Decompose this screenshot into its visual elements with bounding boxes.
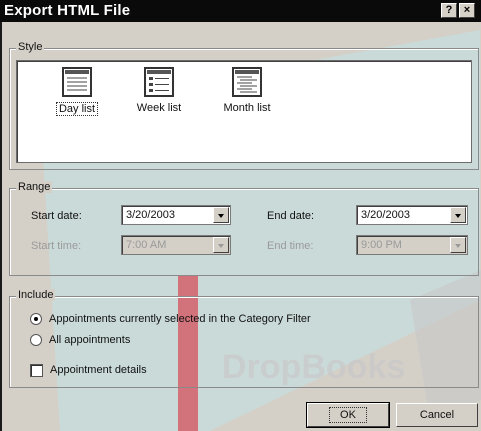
help-icon: ? bbox=[445, 4, 453, 16]
style-option-week-list[interactable]: Week list bbox=[127, 67, 191, 114]
style-option-label: Month list bbox=[223, 102, 271, 114]
radio-all-appointments-label[interactable]: All appointments bbox=[49, 334, 130, 346]
ok-button[interactable]: OK bbox=[306, 402, 390, 428]
style-option-day-list[interactable]: Day list bbox=[45, 67, 109, 116]
start-time-value: 7:00 AM bbox=[126, 239, 167, 251]
end-time-value: 9:00 PM bbox=[361, 239, 402, 251]
chevron-down-icon[interactable] bbox=[213, 207, 229, 223]
start-time-label: Start time: bbox=[31, 240, 82, 252]
day-list-icon bbox=[62, 67, 92, 97]
appointment-details-checkbox[interactable] bbox=[30, 364, 43, 377]
end-date-value: 3/20/2003 bbox=[361, 209, 410, 221]
range-group-label: Range bbox=[16, 181, 53, 193]
start-date-dropdown[interactable]: 3/20/2003 bbox=[121, 205, 231, 225]
title-bar: Export HTML File ? × bbox=[0, 0, 481, 22]
style-group-label: Style bbox=[16, 41, 45, 53]
radio-selected-appointments[interactable] bbox=[30, 313, 42, 325]
week-list-icon bbox=[144, 67, 174, 97]
range-group: Range bbox=[9, 181, 479, 276]
radio-all-appointments[interactable] bbox=[30, 334, 42, 346]
end-date-label: End date: bbox=[267, 210, 315, 222]
ok-button-label: OK bbox=[329, 407, 367, 423]
window-title: Export HTML File bbox=[4, 2, 131, 19]
chevron-down-icon bbox=[213, 237, 229, 253]
chevron-down-icon[interactable] bbox=[450, 207, 466, 223]
style-option-label: Day list bbox=[55, 102, 99, 116]
end-time-label: End time: bbox=[267, 240, 314, 252]
month-list-icon bbox=[232, 67, 262, 97]
appointment-details-label[interactable]: Appointment details bbox=[50, 364, 147, 376]
end-date-dropdown[interactable]: 3/20/2003 bbox=[356, 205, 468, 225]
export-html-dialog: DropBooks Export HTML File ? × Style Day… bbox=[0, 0, 481, 431]
close-button[interactable]: × bbox=[459, 3, 475, 18]
close-icon: × bbox=[463, 4, 471, 16]
window-border bbox=[0, 22, 2, 431]
style-option-month-list[interactable]: Month list bbox=[215, 67, 279, 114]
start-time-dropdown: 7:00 AM bbox=[121, 235, 231, 255]
help-button[interactable]: ? bbox=[441, 3, 457, 18]
style-list: Day list Week list Month list bbox=[16, 60, 472, 163]
start-date-label: Start date: bbox=[31, 210, 82, 222]
start-date-value: 3/20/2003 bbox=[126, 209, 175, 221]
radio-selected-appointments-label[interactable]: Appointments currently selected in the C… bbox=[49, 313, 311, 325]
style-option-label: Week list bbox=[136, 102, 182, 114]
cancel-button[interactable]: Cancel bbox=[396, 403, 478, 427]
include-group-label: Include bbox=[16, 289, 56, 301]
end-time-dropdown: 9:00 PM bbox=[356, 235, 468, 255]
chevron-down-icon bbox=[450, 237, 466, 253]
cancel-button-label: Cancel bbox=[419, 409, 455, 421]
